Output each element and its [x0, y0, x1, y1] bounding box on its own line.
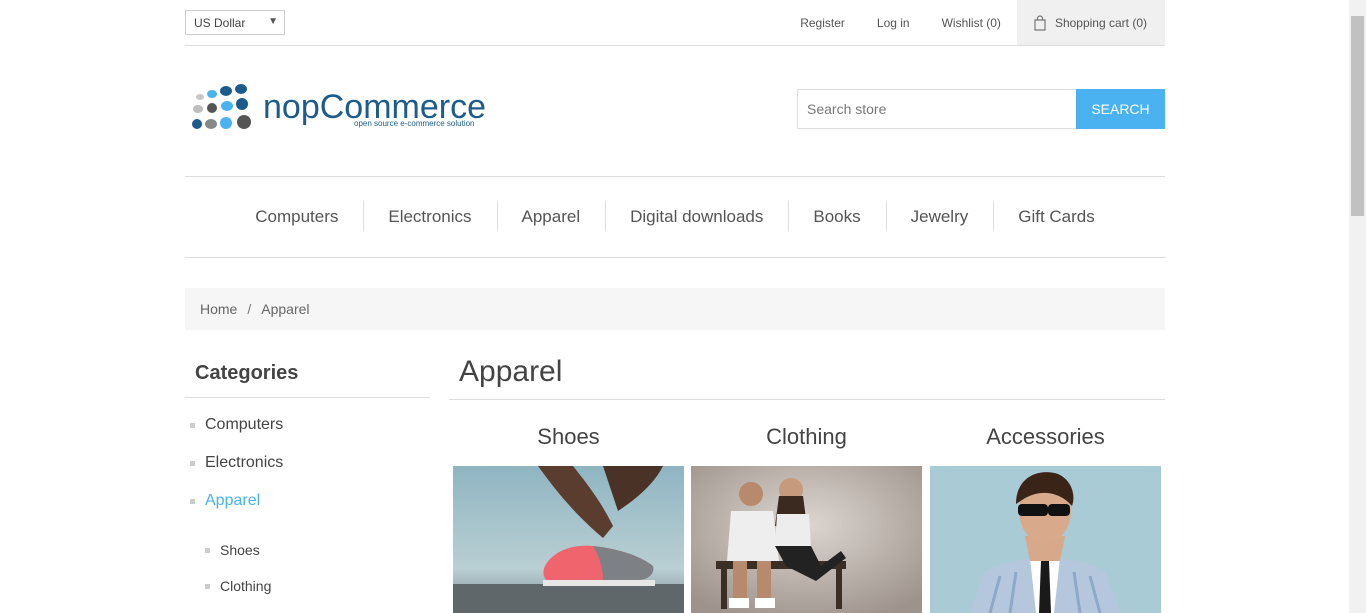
menu-item-electronics[interactable]: Electronics — [363, 201, 496, 231]
bullet-icon — [190, 498, 195, 504]
wishlist-link[interactable]: Wishlist (0) — [942, 16, 1001, 30]
shopping-bag-icon — [1034, 14, 1046, 31]
sidebar-subitem-shoes[interactable]: Shoes — [205, 542, 260, 558]
bullet-icon — [205, 547, 210, 553]
subcategory-image-clothing[interactable] — [691, 466, 922, 613]
logo-dots-icon — [192, 84, 251, 129]
search-button[interactable]: SEARCH — [1076, 89, 1165, 129]
header-upper: US Dollar ▼ Register Log in Wishlist (0)… — [185, 0, 1165, 46]
bullet-icon — [190, 460, 195, 466]
site-logo[interactable]: nopCommerce open source e-commerce solut… — [190, 82, 490, 134]
sidebar-item-label: Electronics — [205, 454, 284, 471]
currency-value: US Dollar — [194, 16, 246, 30]
logo-tagline: open source e-commerce solution — [354, 119, 475, 128]
sidebar-subitem-clothing[interactable]: Clothing — [205, 578, 271, 594]
sidebar-subitem-label: Clothing — [220, 578, 272, 594]
top-menu: Computers Electronics Apparel Digital do… — [185, 176, 1165, 258]
sidebar-subitem-label: Shoes — [220, 542, 260, 558]
search-placeholder: Search store — [807, 101, 887, 117]
cart-label: Shopping cart (0) — [1054, 15, 1147, 30]
menu-item-digital-downloads[interactable]: Digital downloads — [605, 201, 788, 231]
scrollbar-thumb[interactable] — [1351, 16, 1364, 216]
sidebar-item-apparel[interactable]: Apparel — [190, 492, 260, 510]
menu-item-apparel[interactable]: Apparel — [496, 201, 606, 231]
subcategory-title-shoes[interactable]: Shoes — [453, 424, 684, 450]
bullet-icon — [205, 583, 210, 589]
subcategory-title-accessories[interactable]: Accessories — [930, 424, 1161, 450]
sidebar-item-computers[interactable]: Computers — [190, 416, 283, 434]
sidebar-item-label: Computers — [205, 416, 284, 433]
breadcrumb-separator: / — [247, 301, 252, 317]
subcategory-image-accessories[interactable] — [930, 466, 1161, 613]
subcategory-title-clothing[interactable]: Clothing — [691, 424, 922, 450]
menu-item-books[interactable]: Books — [788, 201, 885, 231]
sidebar-item-label: Apparel — [205, 492, 261, 509]
currency-selector[interactable]: US Dollar ▼ — [185, 10, 285, 35]
sidebar-item-electronics[interactable]: Electronics — [190, 454, 283, 472]
page-title: Apparel — [449, 350, 1165, 400]
page-scrollbar[interactable] — [1349, 0, 1366, 613]
menu-item-computers[interactable]: Computers — [230, 207, 363, 227]
bullet-icon — [190, 422, 195, 428]
breadcrumb-current: Apparel — [261, 301, 310, 317]
shopping-cart-link[interactable]: Shopping cart (0) — [1016, 0, 1165, 45]
menu-item-jewelry[interactable]: Jewelry — [885, 201, 994, 231]
breadcrumb-home[interactable]: Home — [200, 301, 237, 317]
categories-title: Categories — [185, 350, 430, 398]
menu-item-gift-cards[interactable]: Gift Cards — [993, 201, 1120, 231]
subcategory-image-shoes[interactable] — [453, 466, 684, 613]
login-link[interactable]: Log in — [877, 16, 910, 30]
breadcrumb: Home / Apparel — [185, 288, 1165, 330]
search-input[interactable]: Search store — [797, 89, 1077, 129]
dropdown-arrow-icon: ▼ — [268, 16, 278, 27]
header-links: Register Log in Wishlist (0) Shopping ca… — [768, 0, 1165, 45]
register-link[interactable]: Register — [800, 16, 845, 30]
